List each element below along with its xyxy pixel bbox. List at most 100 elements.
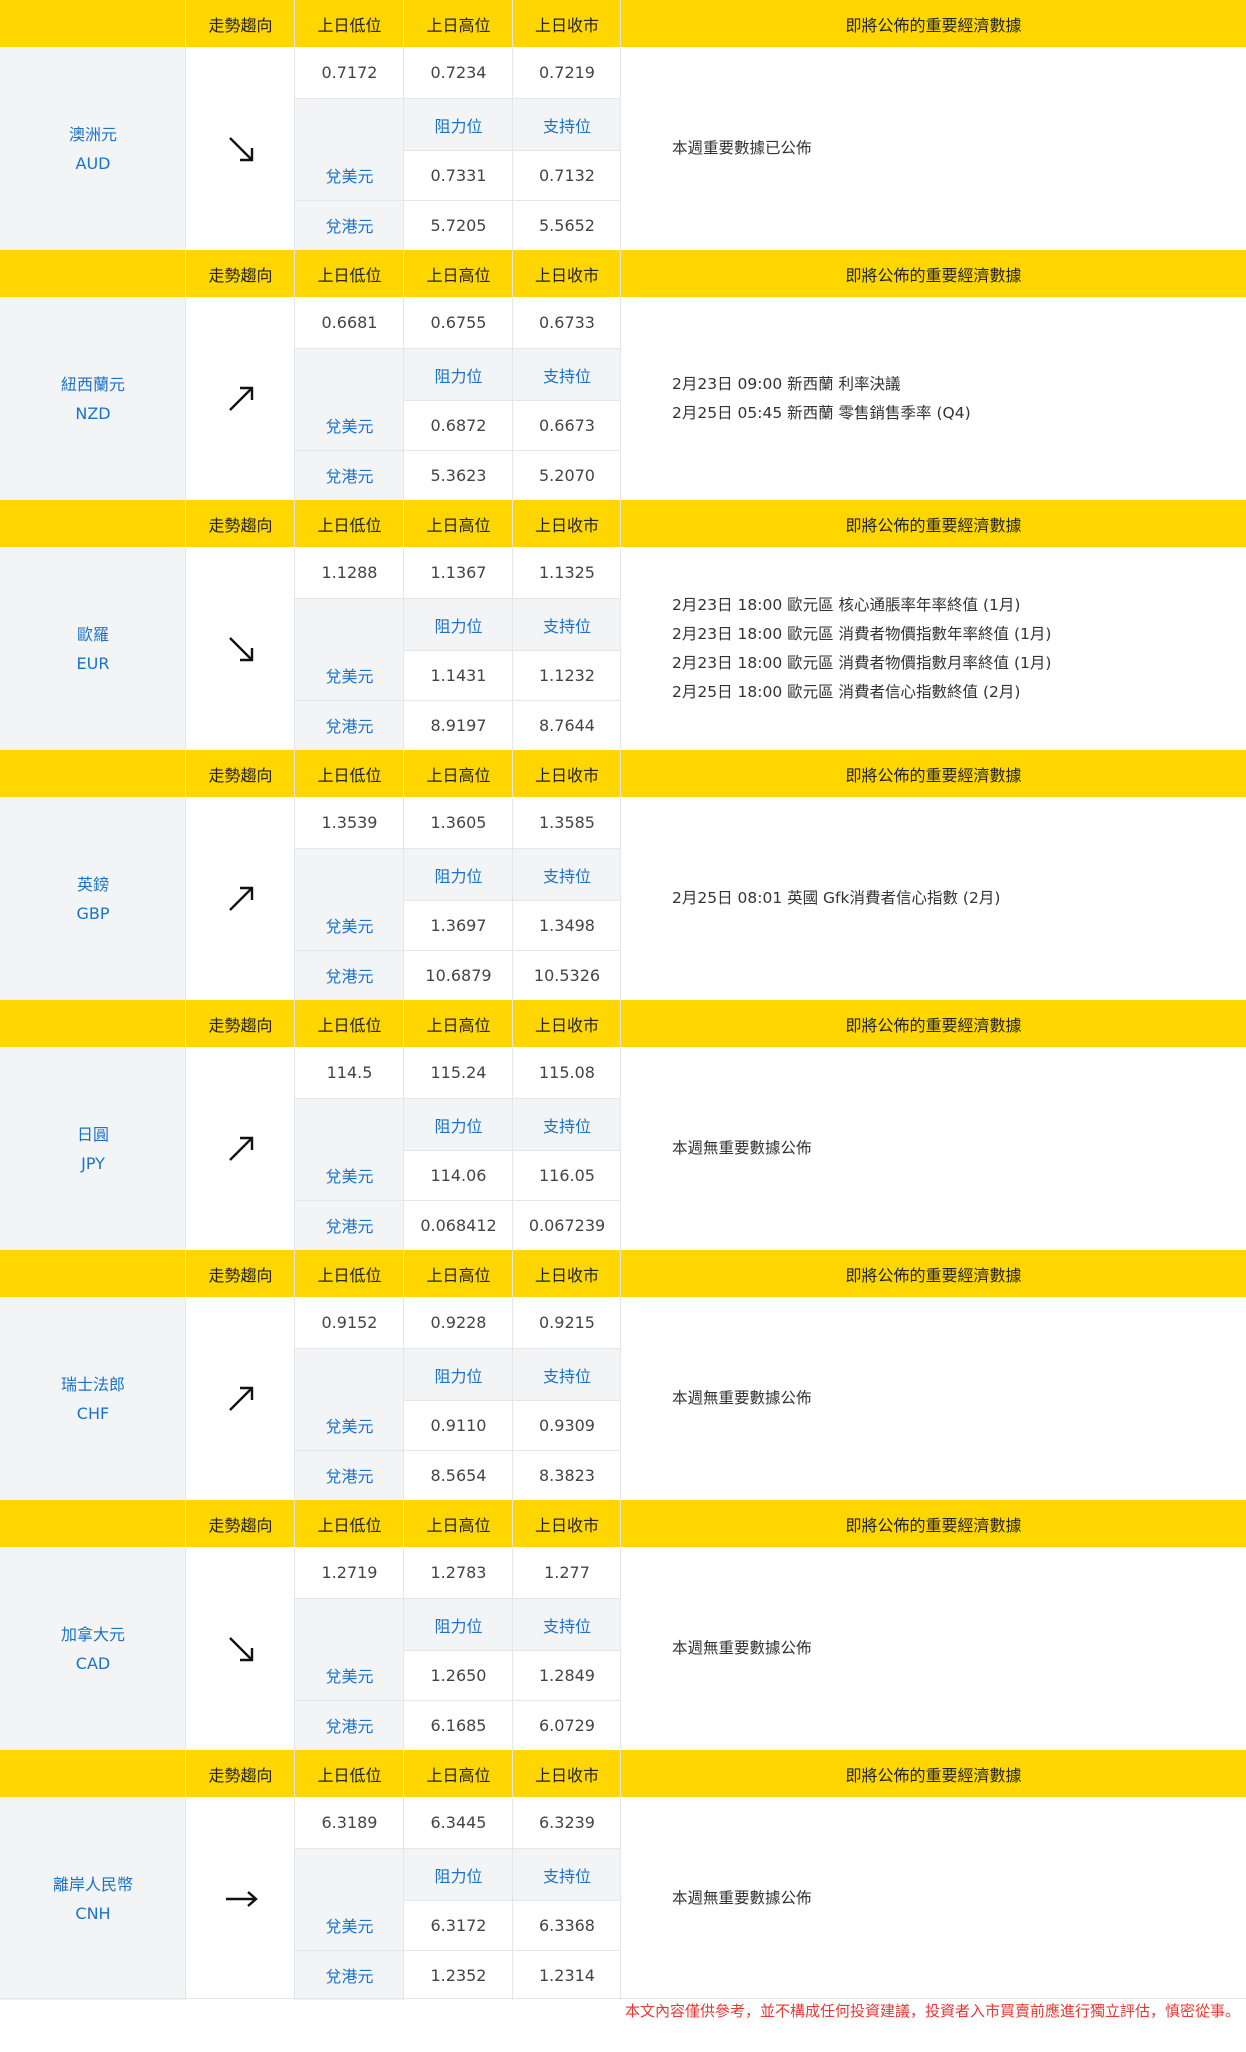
hkd-label: 兌港元 — [325, 1217, 374, 1236]
currency-name-cell: 加拿大元 CAD — [0, 1547, 186, 1750]
header-high: 上日高位 — [426, 765, 491, 785]
event-item: 本週無重要數據公佈 — [672, 1639, 812, 1657]
usd-resistance-value: 0.9110 — [430, 1415, 487, 1435]
prev-low-value: 1.2719 — [321, 1563, 378, 1582]
usd-resistance-value: 1.1431 — [430, 665, 487, 685]
header-high: 上日高位 — [426, 515, 491, 535]
support-label: 支持位 — [542, 1866, 591, 1886]
economic-events-list: 2月23日 09:00 新西蘭 利率決議 2月25日 05:45 新西蘭 零售銷售… — [672, 297, 1246, 500]
usd-label: 兌美元 — [325, 667, 374, 686]
prev-high-value: 1.2783 — [430, 1563, 487, 1582]
currency-name: 加拿大元 — [60, 1624, 125, 1644]
currency-name: 日圓 — [76, 1124, 109, 1144]
arrow-down-right-icon — [228, 136, 253, 161]
hkd-resistance-value: 0.068412 — [420, 1215, 497, 1235]
trend-cell — [186, 47, 295, 250]
trend-cell — [186, 1297, 295, 1500]
resistance-label: 阻力位 — [434, 1866, 483, 1886]
divider — [0, 1998, 1246, 1999]
header-low: 上日低位 — [317, 1015, 382, 1035]
trend-cell — [186, 1547, 295, 1750]
economic-events-list: 本週無重要數據公佈 — [672, 1797, 1246, 2000]
header-data: 即將公佈的重要經濟數據 — [845, 1015, 1022, 1035]
prev-low-value: 0.6681 — [321, 313, 378, 332]
header-low: 上日低位 — [317, 1765, 382, 1785]
arrow-up-right-icon — [228, 1136, 253, 1161]
currency-block-cnh: 走勢趨向 上日低位 上日高位 上日收市 即將公佈的重要經濟數據 離岸人民幣 CN… — [0, 1750, 1246, 2000]
currency-code: NZD — [75, 403, 111, 423]
event-item: 2月23日 18:00 歐元區 消費者物價指數月率終值 (1月) — [672, 653, 1052, 672]
trend-cell — [186, 547, 295, 750]
prev-close-value: 0.7219 — [539, 63, 595, 82]
currency-name-cell: 英鎊 GBP — [0, 797, 186, 1000]
usd-resistance-value: 6.3172 — [430, 1915, 487, 1935]
header-low: 上日低位 — [317, 15, 382, 35]
economic-events-list: 本週無重要數據公佈 — [672, 1547, 1246, 1750]
header-close: 上日收市 — [534, 1765, 599, 1785]
header-close: 上日收市 — [534, 765, 599, 785]
hkd-resistance-value: 8.5654 — [430, 1465, 487, 1485]
usd-label: 兌美元 — [325, 1167, 374, 1186]
event-item: 2月25日 18:00 歐元區 消費者信心指數終值 (2月) — [672, 682, 1021, 701]
hkd-resistance-value: 5.3623 — [430, 465, 487, 485]
usd-support-value: 0.6673 — [539, 415, 595, 435]
trend-cell — [186, 1047, 295, 1250]
prev-close-value: 1.277 — [544, 1563, 590, 1582]
prev-close-value: 1.1325 — [539, 563, 595, 582]
prev-close-value: 6.3239 — [539, 1813, 595, 1832]
hkd-support-value: 8.3823 — [539, 1465, 595, 1485]
support-label: 支持位 — [542, 1366, 591, 1386]
event-item: 2月25日 05:45 新西蘭 零售銷售季率 (Q4) — [672, 403, 971, 422]
header-trend: 走勢趨向 — [208, 1765, 273, 1785]
hkd-support-value: 5.2070 — [539, 465, 595, 485]
trend-cell — [186, 1797, 295, 2000]
header-trend: 走勢趨向 — [208, 1265, 273, 1285]
header-low: 上日低位 — [317, 265, 382, 285]
support-label: 支持位 — [542, 1616, 591, 1636]
currency-name: 歐羅 — [76, 624, 109, 644]
header-high: 上日高位 — [426, 265, 491, 285]
resistance-label: 阻力位 — [434, 1116, 483, 1136]
hkd-support-value: 6.0729 — [539, 1715, 595, 1735]
header-trend: 走勢趨向 — [208, 1015, 273, 1035]
header-data: 即將公佈的重要經濟數據 — [845, 15, 1022, 35]
prev-high-value: 1.1367 — [430, 563, 487, 582]
hkd-support-value: 10.5326 — [533, 965, 601, 985]
usd-label: 兌美元 — [325, 1917, 374, 1936]
support-label: 支持位 — [542, 866, 591, 886]
event-item: 本週無重要數據公佈 — [672, 1889, 812, 1907]
currency-block-aud: 走勢趨向 上日低位 上日高位 上日收市 即將公佈的重要經濟數據 澳洲元 AUD … — [0, 0, 1246, 250]
header-trend: 走勢趨向 — [208, 515, 273, 535]
currency-block-chf: 走勢趨向 上日低位 上日高位 上日收市 即將公佈的重要經濟數據 瑞士法郎 CHF… — [0, 1250, 1246, 1500]
usd-resistance-value: 114.06 — [430, 1165, 487, 1185]
resistance-label: 阻力位 — [434, 866, 483, 886]
usd-support-value: 0.9309 — [539, 1415, 595, 1435]
prev-high-value: 0.9228 — [430, 1313, 487, 1332]
arrow-down-right-icon — [228, 636, 253, 661]
currency-name-cell: 日圓 JPY — [0, 1047, 186, 1250]
header-high: 上日高位 — [426, 1765, 491, 1785]
usd-label: 兌美元 — [325, 1417, 374, 1436]
economic-events-list: 2月23日 18:00 歐元區 核心通脹率年率終值 (1月) 2月23日 18:0… — [672, 547, 1246, 750]
currency-block-eur: 走勢趨向 上日低位 上日高位 上日收市 即將公佈的重要經濟數據 歐羅 EUR 1… — [0, 500, 1246, 750]
arrow-up-right-icon — [228, 386, 253, 411]
header-low: 上日低位 — [317, 1515, 382, 1535]
usd-support-value: 0.7132 — [539, 165, 595, 185]
usd-label: 兌美元 — [325, 917, 374, 936]
event-item: 2月25日 08:01 英國 Gfk消費者信心指數 (2月) — [672, 889, 1001, 907]
hkd-support-value: 1.2314 — [539, 1965, 595, 1985]
prev-low-value: 114.5 — [326, 1063, 373, 1082]
arrow-up-right-icon — [228, 1386, 253, 1411]
header-trend: 走勢趨向 — [208, 265, 273, 285]
currency-block-cad: 走勢趨向 上日低位 上日高位 上日收市 即將公佈的重要經濟數據 加拿大元 CAD… — [0, 1500, 1246, 1750]
prev-close-value: 115.08 — [539, 1063, 595, 1082]
header-close: 上日收市 — [534, 1015, 599, 1035]
economic-events-list: 本週無重要數據公佈 — [672, 1297, 1246, 1500]
event-item: 2月23日 18:00 歐元區 消費者物價指數年率終值 (1月) — [672, 624, 1052, 643]
header-data: 即將公佈的重要經濟數據 — [845, 515, 1022, 535]
support-label: 支持位 — [542, 1116, 591, 1136]
currency-name: 澳洲元 — [68, 124, 117, 144]
prev-low-value: 0.7172 — [321, 63, 378, 82]
usd-resistance-value: 0.6872 — [430, 415, 487, 435]
event-item: 2月23日 18:00 歐元區 核心通脹率年率終值 (1月) — [672, 595, 1021, 614]
